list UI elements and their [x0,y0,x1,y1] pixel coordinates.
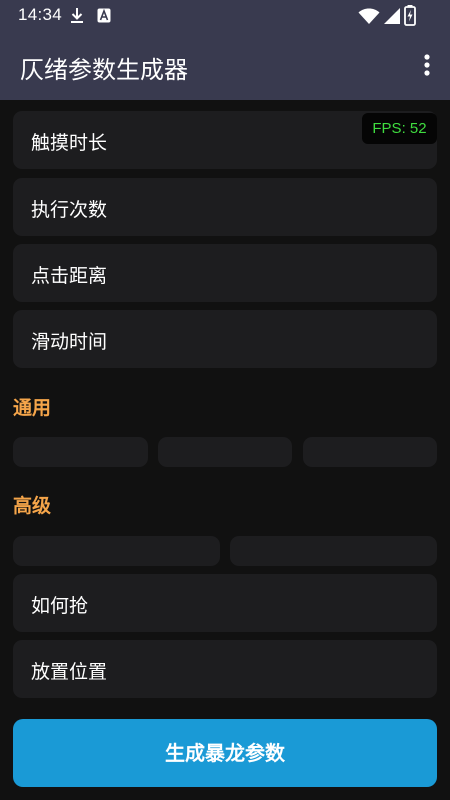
general-option-2[interactable] [158,437,292,467]
card-label: 触摸时长 [31,132,108,154]
generate-params-button[interactable]: 生成暴龙参数 [13,719,437,787]
setting-card-execution-count[interactable]: 执行次数 [13,178,437,236]
fps-badge: FPS: 52 [362,113,437,144]
card-label: 执行次数 [31,199,108,221]
general-option-3[interactable] [303,437,437,467]
more-vert-icon[interactable] [418,52,436,80]
card-label: 点击距离 [31,265,108,287]
status-time: 14:34 [18,5,63,24]
signal-icon [383,7,401,29]
download-icon [70,7,84,28]
advanced-option-1[interactable] [13,536,220,566]
setting-card-placement-position[interactable]: 放置位置 [13,640,437,698]
card-label: 放置位置 [31,661,108,683]
card-label: 如何抢 [31,595,89,617]
app-bar: 仄绪参数生成器 [0,32,450,100]
general-option-1[interactable] [13,437,148,467]
wifi-icon [358,8,380,29]
section-title-advanced: 高级 [13,495,52,517]
screen: 14:34 仄绪参数生成器 触摸时长 执行次数 点击距离 滑动时间 FPS: 5… [0,0,450,800]
section-title-general: 通用 [13,397,52,419]
setting-card-how-to-grab[interactable]: 如何抢 [13,574,437,632]
setting-card-click-distance[interactable]: 点击距离 [13,244,437,302]
status-bar: 14:34 [0,0,450,32]
setting-card-swipe-time[interactable]: 滑动时间 [13,310,437,368]
accessibility-a-icon [97,8,111,27]
app-title: 仄绪参数生成器 [20,56,188,84]
battery-charging-icon [404,5,416,30]
advanced-option-2[interactable] [230,536,437,566]
card-label: 滑动时间 [31,331,108,353]
